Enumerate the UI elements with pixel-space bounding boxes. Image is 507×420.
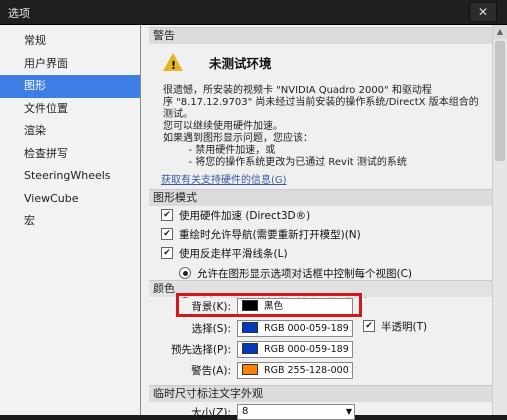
chevron-down-icon[interactable]: ▼ (346, 405, 352, 419)
sidebar-item-user-interface[interactable]: 用户界面 (0, 53, 140, 76)
watermark-logo (370, 356, 500, 412)
size-label: 大小(Z): (191, 407, 231, 419)
sidebar-item-general[interactable]: 常规 (0, 30, 140, 53)
hardware-acceleration-checkbox[interactable]: ✔ 使用硬件加速 (Direct3D®) (161, 209, 310, 224)
title-bar: 选项 ✕ (0, 0, 507, 25)
hardware-info-link[interactable]: 获取有关支持硬件的信息(G) (161, 171, 287, 186)
warning-header: 警告 (149, 27, 493, 44)
selection-color-swatch (242, 322, 258, 333)
close-button[interactable]: ✕ (469, 2, 497, 22)
preselection-color-picker[interactable]: RGB 000-059-189 (237, 341, 353, 358)
redraw-navigation-checkbox[interactable]: ✔ 重绘时允许导航(需要重新打开模型)(N) (161, 228, 361, 243)
scrollbar-thumb[interactable] (495, 41, 505, 161)
warning-message: 很遗憾，所安装的视频卡 "NVIDIA Quadro 2000" 和驱动程 序 … (163, 85, 479, 168)
checkmark-icon[interactable]: ✔ (161, 247, 173, 259)
sidebar: 常规 用户界面 图形 文件位置 渲染 检查拼写 SteeringWheels V… (0, 25, 141, 415)
sidebar-item-graphics[interactable]: 图形 (0, 75, 140, 98)
checkmark-icon[interactable]: ✔ (363, 320, 375, 332)
background-highlight-box (176, 293, 362, 317)
sidebar-item-steeringwheels[interactable]: SteeringWheels (0, 165, 140, 188)
translucent-checkbox[interactable]: ✔ 半透明(T) (363, 320, 427, 335)
radio-selected-icon[interactable] (179, 267, 191, 279)
sidebar-item-file-locations[interactable]: 文件位置 (0, 98, 140, 121)
graphics-mode-header: 图形模式 (149, 189, 493, 206)
checkmark-icon[interactable]: ✔ (161, 209, 173, 221)
warning-box: ! 未测试环境 很遗憾，所安装的视频卡 "NVIDIA Quadro 2000"… (155, 45, 487, 168)
sidebar-item-macros[interactable]: 宏 (0, 210, 140, 233)
warning-exclamation-icon: ! (171, 59, 177, 72)
sidebar-item-spelling[interactable]: 检查拼写 (0, 143, 140, 166)
alert-color-picker[interactable]: RGB 255-128-000 (237, 362, 353, 379)
alert-color-swatch (242, 364, 258, 375)
sidebar-item-rendering[interactable]: 渲染 (0, 120, 140, 143)
selection-color-picker[interactable]: RGB 000-059-189 (237, 320, 353, 337)
window-title: 选项 (8, 7, 30, 20)
scroll-up-icon[interactable]: ▲ (493, 25, 507, 39)
preselection-color-swatch (242, 343, 258, 354)
warning-title: 未测试环境 (209, 56, 272, 71)
antialiasing-checkbox[interactable]: ✔ 使用反走样平滑线条(L) (161, 247, 288, 262)
selection-color-label: 选择(S): (191, 323, 231, 335)
checkmark-icon[interactable]: ✔ (161, 228, 173, 240)
preselection-color-label: 预先选择(P): (170, 344, 231, 356)
alert-color-label: 警告(A): (191, 365, 231, 377)
size-dropdown[interactable]: 8 ▼ (237, 404, 355, 420)
sidebar-item-viewcube[interactable]: ViewCube (0, 188, 140, 211)
